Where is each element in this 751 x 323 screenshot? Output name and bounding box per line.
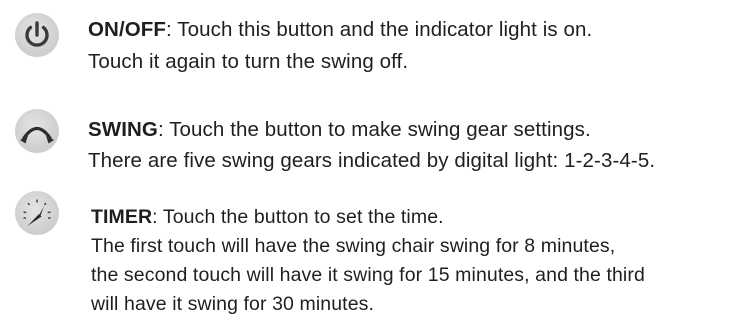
timer-description-line-4: will have it swing for 30 minutes. — [91, 293, 375, 315]
onoff-text-1: : Touch this button and the indicator li… — [166, 18, 593, 41]
swing-arc-icon — [15, 109, 59, 153]
timer-description-line-3: the second touch will have it swing for … — [91, 264, 645, 286]
timer-text-1: : Touch the button to set the time. — [152, 206, 444, 228]
swing-description-line-1: SWING: Touch the button to make swing ge… — [88, 118, 591, 142]
swing-text-1: : Touch the button to make swing gear se… — [157, 118, 591, 141]
swing-description-line-2: There are five swing gears indicated by … — [88, 149, 656, 172]
timer-description-line-1: TIMER: Touch the button to set the time. — [91, 205, 444, 229]
onoff-label: ON/OFF — [88, 18, 167, 41]
power-icon — [15, 13, 59, 57]
onoff-description-line-2: Touch it again to turn the swing off. — [88, 50, 409, 73]
swing-label: SWING — [88, 118, 158, 141]
timer-label: TIMER — [91, 206, 153, 228]
timer-description-line-2: The first touch will have the swing chai… — [91, 235, 616, 257]
timer-gauge-icon — [15, 191, 59, 235]
onoff-description-line-1: ON/OFF: Touch this button and the indica… — [88, 18, 592, 42]
